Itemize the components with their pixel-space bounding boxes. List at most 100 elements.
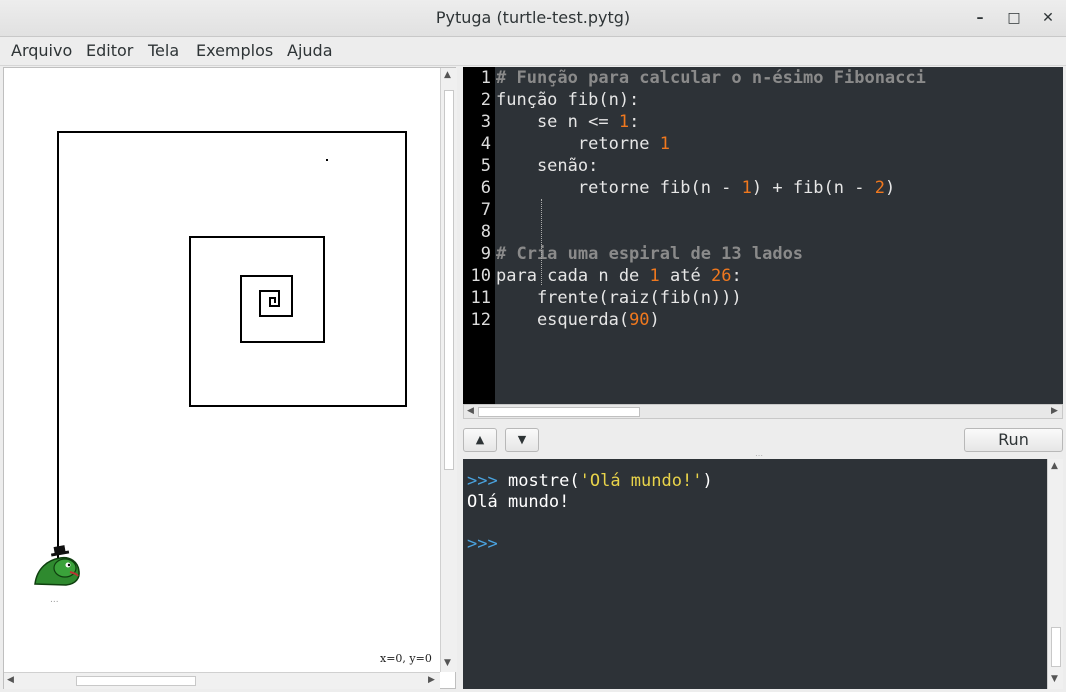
menu-arquivo[interactable]: Arquivo xyxy=(11,41,72,60)
line-number: 8 xyxy=(480,222,491,242)
turtle-drawing: ... xyxy=(34,131,407,605)
close-button[interactable]: ✕ xyxy=(1038,8,1058,28)
history-down-button[interactable]: ▼ xyxy=(505,428,539,452)
scroll-right-icon[interactable]: ▶ xyxy=(1051,406,1058,416)
turtle-canvas[interactable]: ... xyxy=(3,67,456,689)
code-text: retorne 1 xyxy=(496,133,670,155)
code-text: frente(raiz(fib(n))) xyxy=(496,287,742,309)
code-text: se n <= 1: xyxy=(496,111,639,133)
code-token: senão: xyxy=(496,156,599,176)
code-text: retorne fib(n - 1) + fib(n - 2) xyxy=(496,177,895,199)
menu-ajuda[interactable]: Ajuda xyxy=(287,41,333,60)
canvas-vertical-scrollbar[interactable]: ▲ ▼ xyxy=(440,68,457,672)
code-token: ) xyxy=(649,310,660,330)
number-literal: 2 xyxy=(874,178,885,198)
number-literal: 90 xyxy=(629,310,650,330)
spiral-path xyxy=(57,131,407,558)
code-token: ) xyxy=(884,178,896,198)
line-number: 5 xyxy=(480,156,491,176)
console-prompt: >>> xyxy=(467,471,498,491)
splitter-handle[interactable]: ⋯ xyxy=(755,452,763,460)
coordinates-readout: x=0, y=0 xyxy=(380,652,432,665)
number-literal: 1 xyxy=(649,266,660,286)
scroll-down-icon[interactable]: ▼ xyxy=(1051,674,1058,684)
code-text: senão: xyxy=(496,155,598,177)
title-bar: Pytuga (turtle-test.pytg) – □ ✕ xyxy=(0,0,1066,37)
scroll-left-icon[interactable]: ◀ xyxy=(7,675,14,685)
code-token: retorne xyxy=(496,134,660,154)
canvas-horizontal-scrollbar[interactable]: ◀ ▶ xyxy=(4,672,440,689)
code-line[interactable]: 1 # Função para calcular o n-ésimo Fibona… xyxy=(463,67,1063,89)
line-number: 3 xyxy=(480,112,491,132)
console-input-line[interactable]: >>> xyxy=(467,534,498,555)
code-token: esquerda( xyxy=(496,310,630,330)
scroll-left-icon[interactable]: ◀ xyxy=(467,406,474,416)
line-number: 9 xyxy=(480,244,491,264)
code-line[interactable]: 9 # Cria uma espiral de 13 lados xyxy=(463,243,1063,265)
console-vertical-scrollbar[interactable]: ▲ ▼ xyxy=(1047,459,1063,689)
minimize-button[interactable]: – xyxy=(970,8,990,28)
editor-horizontal-scrollbar[interactable]: ◀ ▶ xyxy=(463,404,1063,419)
line-number: 7 xyxy=(480,200,491,220)
python-console[interactable]: >>> mostre('Olá mundo!') Olá mundo! >>> xyxy=(463,459,1047,689)
console-string: 'Olá mundo!' xyxy=(579,471,703,491)
number-literal: 1 xyxy=(659,134,671,154)
indent-guide xyxy=(541,199,542,285)
run-button[interactable]: Run xyxy=(964,428,1063,452)
scroll-up-icon[interactable]: ▲ xyxy=(1051,461,1058,471)
code-token: : xyxy=(731,266,742,286)
code-token: até xyxy=(659,266,711,286)
comment: # Função para calcular o n-ésimo Fibonac… xyxy=(496,68,926,88)
scroll-right-icon[interactable]: ▶ xyxy=(428,675,435,685)
scroll-thumb[interactable] xyxy=(478,407,640,417)
scroll-up-icon[interactable]: ▲ xyxy=(444,70,451,80)
code-line[interactable]: 4 retorne 1 xyxy=(463,133,1063,155)
comment: # Cria uma espiral de 13 lados xyxy=(496,244,804,264)
number-literal: 1 xyxy=(741,178,752,198)
code-line[interactable]: 7 xyxy=(463,199,1063,221)
code-token: para cada n de xyxy=(496,266,650,286)
code-text: esquerda(90) xyxy=(496,309,660,331)
code-token: se n <= xyxy=(496,112,619,132)
window-title: Pytuga (turtle-test.pytg) xyxy=(435,8,631,27)
code-line[interactable]: 10 para cada n de 1 até 26: xyxy=(463,265,1063,287)
console-output: Olá mundo! xyxy=(467,492,570,512)
console-prompt: >>> xyxy=(467,534,498,554)
menu-exemplos[interactable]: Exemplos xyxy=(196,41,273,60)
line-number: 2 xyxy=(480,90,491,110)
code-line[interactable]: 3 se n <= 1: xyxy=(463,111,1063,133)
number-literal: 1 xyxy=(618,112,630,132)
code-token: frente(raiz(fib(n))) xyxy=(496,288,742,308)
code-editor[interactable]: 1 # Função para calcular o n-ésimo Fibona… xyxy=(463,67,1063,404)
code-line[interactable]: 8 xyxy=(463,221,1063,243)
code-token: : xyxy=(629,112,640,132)
history-up-button[interactable]: ▲ xyxy=(463,428,497,452)
code-line[interactable]: 6 retorne fib(n - 1) + fib(n - 2) xyxy=(463,177,1063,199)
console-command-line: >>> mostre('Olá mundo!') xyxy=(467,471,713,492)
scroll-thumb[interactable] xyxy=(1051,627,1061,667)
code-text: # Função para calcular o n-ésimo Fibonac… xyxy=(496,67,926,89)
turtle-trail: ... xyxy=(50,595,59,605)
line-number: 11 xyxy=(470,288,491,308)
code-line[interactable]: 11 frente(raiz(fib(n))) xyxy=(463,287,1063,309)
spiral-dot xyxy=(326,159,328,161)
code-text: função fib(n): xyxy=(496,89,639,111)
line-number: 4 xyxy=(480,134,491,154)
scroll-thumb[interactable] xyxy=(76,676,196,686)
line-number: 1 xyxy=(480,68,491,88)
maximize-button[interactable]: □ xyxy=(1004,8,1024,28)
turtle-icon xyxy=(34,545,80,586)
code-line[interactable]: 12 esquerda(90) xyxy=(463,309,1063,331)
scroll-down-icon[interactable]: ▼ xyxy=(444,658,451,668)
code-line[interactable]: 2 função fib(n): xyxy=(463,89,1063,111)
menu-tela[interactable]: Tela xyxy=(148,41,179,60)
line-number: 12 xyxy=(470,310,491,330)
scroll-thumb[interactable] xyxy=(444,90,454,470)
line-number: 10 xyxy=(470,266,491,286)
code-text: # Cria uma espiral de 13 lados xyxy=(496,243,803,265)
code-line[interactable]: 5 senão: xyxy=(463,155,1063,177)
menu-editor[interactable]: Editor xyxy=(86,41,133,60)
code-token: ) + fib(n - xyxy=(751,178,875,198)
menu-bar: Arquivo Editor Tela Exemplos Ajuda xyxy=(0,37,1066,66)
line-number: 6 xyxy=(480,178,491,198)
